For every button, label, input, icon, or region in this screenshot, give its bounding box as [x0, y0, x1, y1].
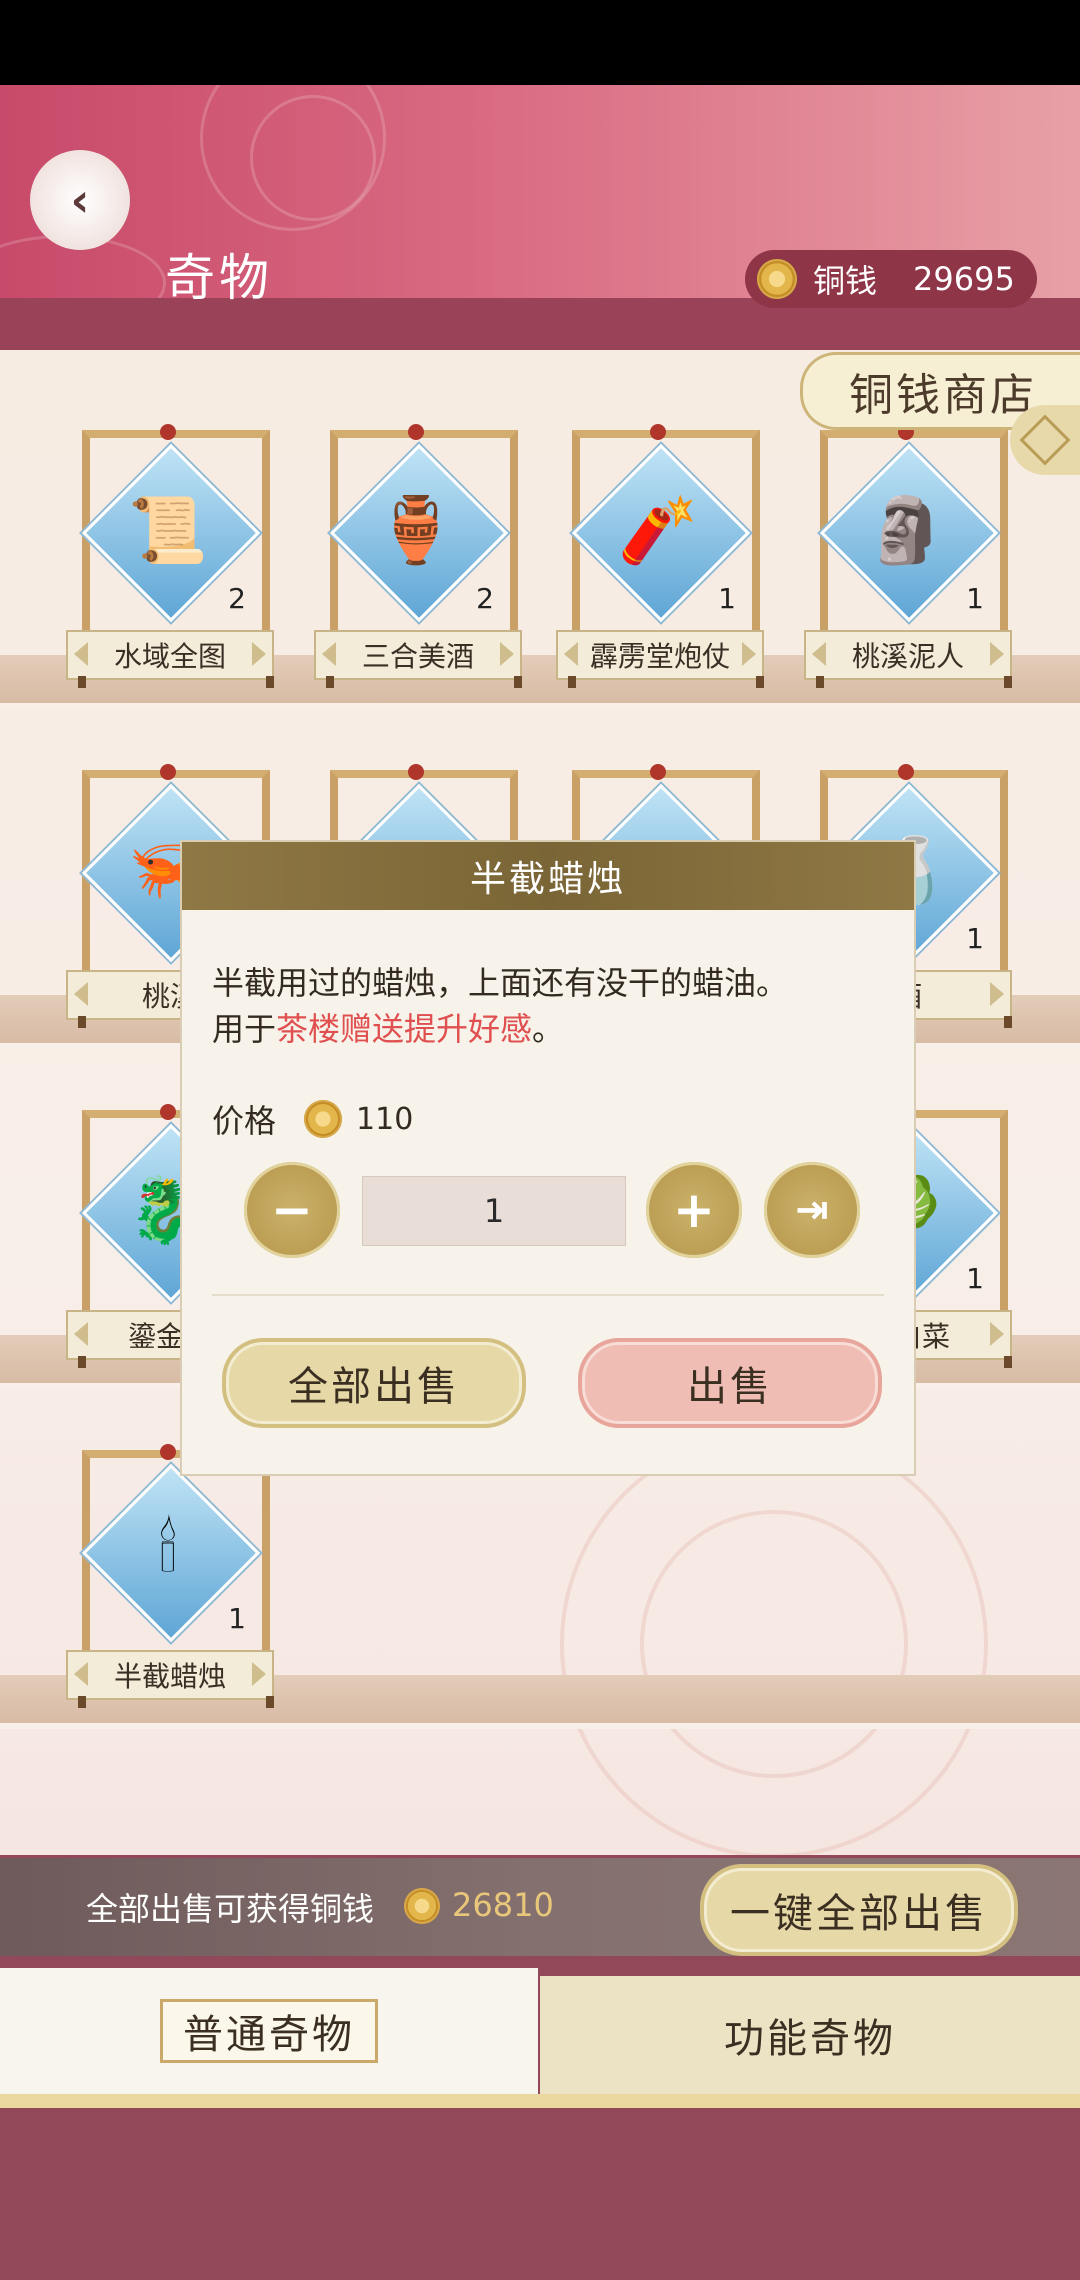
sell-summary-value: 26810 [452, 1886, 554, 1924]
currency-value: 29695 [913, 260, 1015, 298]
sell-summary-text: 全部出售可获得铜钱 [86, 1890, 375, 1928]
tab-functional-items[interactable]: 功能奇物 [540, 1976, 1080, 2094]
page-title: 奇物 [165, 249, 273, 307]
clay-figurines-icon: 🗿 [866, 493, 946, 568]
skip-to-end-icon: ⇥ [795, 1187, 829, 1233]
usage-suffix: 。 [532, 1010, 565, 1048]
sell-button[interactable]: 出售 [578, 1338, 882, 1428]
increase-quantity-button[interactable]: + [646, 1162, 742, 1258]
plus-icon: + [673, 1181, 715, 1239]
item-count: 1 [228, 1602, 246, 1635]
description-line: 半截用过的蜡烛，上面还有没干的蜡油。 [212, 964, 789, 1002]
status-bar [0, 0, 1080, 85]
item-count: 1 [718, 582, 736, 615]
header [0, 85, 1080, 350]
item-count: 1 [966, 582, 984, 615]
sell-label: 出售 [687, 1364, 773, 1410]
wine-jug-icon: 🏺 [376, 493, 456, 568]
dialog-header: 半截蜡烛 [182, 842, 914, 910]
item-description: 半截用过的蜡烛，上面还有没干的蜡油。 用于茶楼赠送提升好感。 [212, 960, 892, 1052]
price-label: 价格 [212, 1102, 277, 1140]
decor-swirl [250, 95, 376, 221]
tabs-base [0, 2094, 1080, 2108]
usage-prefix: 用于 [212, 1010, 277, 1048]
max-quantity-button[interactable]: ⇥ [764, 1162, 860, 1258]
quantity-field[interactable]: 1 [362, 1176, 626, 1246]
currency-label: 铜钱 [813, 262, 878, 300]
dialog-title: 半截蜡烛 [469, 859, 626, 900]
firecracker-icon: 🧨 [618, 493, 698, 568]
item-card[interactable]: 🗿 1 桃溪泥人 [804, 410, 1012, 700]
item-name: 霹雳堂炮仗 [556, 630, 764, 680]
item-name: 桃溪泥人 [804, 630, 1012, 680]
item-name: 三合美酒 [314, 630, 522, 680]
description-usage: 用于茶楼赠送提升好感。 [212, 1006, 892, 1052]
usage-highlight: 茶楼赠送提升好感 [276, 1010, 533, 1048]
currency-display: 铜钱 29695 [745, 250, 1037, 308]
item-card[interactable]: 📜 2 水域全图 [66, 410, 274, 700]
price-row: 价格 110 [212, 1094, 413, 1144]
sell-all-button[interactable]: 全部出售 [222, 1338, 526, 1428]
item-name: 半截蜡烛 [66, 1650, 274, 1700]
category-tabs: 普通奇物 功能奇物 [0, 1968, 1080, 2094]
divider [212, 1294, 884, 1296]
sell-dialog: 半截蜡烛 半截用过的蜡烛，上面还有没干的蜡油。 用于茶楼赠送提升好感。 价格 1… [180, 840, 916, 1476]
map-scroll-icon: 📜 [128, 493, 208, 568]
sell-all-label: 全部出售 [288, 1364, 460, 1410]
one-click-sell-all-button[interactable]: 一键全部出售 [700, 1864, 1018, 1956]
copper-coin-icon [404, 1888, 440, 1924]
tab-normal-items[interactable]: 普通奇物 [0, 1968, 538, 2094]
item-card[interactable]: 🏺 2 三合美酒 [314, 410, 522, 700]
decrease-quantity-button[interactable]: − [244, 1162, 340, 1258]
shop-knob-icon [1010, 405, 1080, 475]
chevron-left-icon: ‹ [70, 173, 90, 227]
item-count: 1 [966, 1262, 984, 1295]
item-card[interactable]: 🧨 1 霹雳堂炮仗 [556, 410, 764, 700]
copper-coin-icon [757, 259, 797, 299]
tab-normal-label: 普通奇物 [183, 2012, 355, 2058]
item-count: 2 [228, 582, 246, 615]
copper-shop-label: 铜钱商店 [849, 370, 1037, 421]
tab-functional-label: 功能奇物 [724, 2016, 896, 2062]
one-click-sell-all-label: 一键全部出售 [730, 1891, 988, 1937]
decor-ring [640, 1510, 908, 1778]
item-count: 1 [966, 922, 984, 955]
item-name: 水域全图 [66, 630, 274, 680]
candle-icon: 🕯 [158, 1513, 178, 1587]
minus-icon: − [271, 1181, 313, 1239]
copper-coin-icon [304, 1100, 343, 1138]
price-value: 110 [356, 1101, 414, 1137]
back-button[interactable]: ‹ [30, 150, 130, 250]
item-count: 2 [476, 582, 494, 615]
